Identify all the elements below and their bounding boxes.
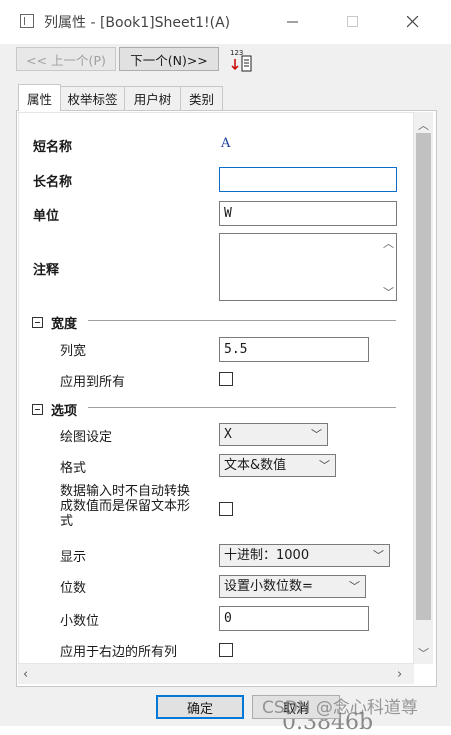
minimize-icon[interactable] bbox=[270, 6, 316, 38]
decimal-places-field[interactable]: 0 bbox=[219, 606, 369, 631]
keep-text-checkbox[interactable] bbox=[219, 502, 233, 516]
digits-value: 设置小数位数= bbox=[224, 579, 313, 594]
chevron-down-icon: ﹀ bbox=[373, 549, 384, 562]
decimal-places-label: 小数位 bbox=[60, 614, 100, 629]
comment-field[interactable]: ︿ ﹀ bbox=[219, 233, 397, 301]
chevron-left-icon[interactable]: ‹ bbox=[23, 667, 28, 682]
tool-icon-text: 123 bbox=[230, 49, 243, 57]
keep-text-label-line: 式 bbox=[60, 514, 74, 529]
section-divider bbox=[88, 320, 396, 321]
chevron-down-icon: ﹀ bbox=[319, 459, 330, 472]
tab-properties[interactable]: 属性 bbox=[18, 84, 61, 111]
unit-field[interactable]: W bbox=[219, 201, 397, 226]
apply-all-label: 应用到所有 bbox=[60, 375, 126, 390]
watermark: CSDN @念心科道尊 bbox=[262, 698, 418, 718]
tab-enum-labels[interactable]: 枚举标签 bbox=[60, 86, 125, 110]
horizontal-scrollbar[interactable] bbox=[18, 664, 414, 684]
short-name-label: 短名称 bbox=[33, 140, 73, 155]
short-name-value: A bbox=[221, 136, 231, 151]
plot-designation-value: X bbox=[224, 427, 232, 442]
app-icon bbox=[20, 14, 34, 28]
chevron-up-icon[interactable]: ︿ bbox=[383, 235, 394, 251]
collapse-icon[interactable] bbox=[32, 317, 43, 328]
format-label: 格式 bbox=[60, 461, 87, 476]
format-value: 文本&数值 bbox=[224, 458, 287, 473]
chevron-right-icon[interactable]: › bbox=[397, 667, 402, 682]
collapse-icon[interactable] bbox=[32, 404, 43, 415]
width-section-header[interactable]: 宽度 bbox=[32, 313, 77, 332]
ok-button[interactable]: 确定 bbox=[156, 695, 244, 719]
section-divider bbox=[88, 407, 396, 408]
apply-right-label: 应用于右边的所有列 bbox=[60, 645, 178, 660]
chevron-down-icon[interactable]: ﹀ bbox=[418, 645, 429, 661]
tab-user-tree[interactable]: 用户树 bbox=[124, 86, 181, 110]
plot-designation-select[interactable]: X ﹀ bbox=[219, 423, 328, 446]
chevron-down-icon: ﹀ bbox=[311, 428, 322, 441]
comment-scrollbar[interactable]: ︿ ﹀ bbox=[379, 234, 396, 300]
apply-right-checkbox[interactable] bbox=[219, 643, 233, 657]
column-width-label: 列宽 bbox=[60, 344, 87, 359]
display-select[interactable]: 十进制：1000 ﹀ bbox=[219, 544, 390, 567]
tab-categories[interactable]: 类别 bbox=[180, 86, 223, 110]
plot-designation-label: 绘图设定 bbox=[60, 430, 113, 445]
column-numbering-icon[interactable]: 123 bbox=[229, 47, 255, 73]
display-value: 十进制：1000 bbox=[224, 548, 310, 563]
maximize-icon bbox=[330, 6, 376, 38]
display-label: 显示 bbox=[60, 550, 87, 565]
title-bar[interactable]: 列属性 - [Book1]Sheet1!(A) bbox=[0, 0, 451, 44]
long-name-label: 长名称 bbox=[33, 175, 73, 190]
width-section-title: 宽度 bbox=[51, 317, 78, 332]
comment-label: 注释 bbox=[33, 263, 60, 278]
column-properties-dialog: 列属性 - [Book1]Sheet1!(A) << 上一个(P) 下一个(N)… bbox=[0, 0, 451, 735]
close-icon[interactable] bbox=[390, 6, 436, 38]
digits-select[interactable]: 设置小数位数= ﹀ bbox=[219, 575, 366, 598]
window-title: 列属性 - [Book1]Sheet1!(A) bbox=[44, 15, 231, 31]
column-width-field[interactable]: 5.5 bbox=[219, 337, 369, 362]
keep-text-label-line: 成数值而是保留文本形 bbox=[60, 499, 191, 514]
keep-text-label-line: 数据输入时不自动转换 bbox=[60, 484, 191, 499]
next-button[interactable]: 下一个(N)>> bbox=[119, 47, 219, 71]
chevron-up-icon[interactable]: ︿ bbox=[418, 117, 429, 133]
chevron-down-icon[interactable]: ﹀ bbox=[383, 284, 394, 300]
long-name-field[interactable] bbox=[219, 167, 397, 192]
apply-all-checkbox[interactable] bbox=[219, 372, 233, 386]
previous-button[interactable]: << 上一个(P) bbox=[16, 47, 116, 71]
options-section-title: 选项 bbox=[51, 404, 78, 419]
keep-text-label: 数据输入时不自动转换 成数值而是保留文本形 式 bbox=[60, 484, 190, 529]
chevron-down-icon: ﹀ bbox=[349, 580, 360, 593]
scrollbar-thumb[interactable] bbox=[416, 133, 431, 620]
digits-label: 位数 bbox=[60, 581, 87, 596]
format-select[interactable]: 文本&数值 ﹀ bbox=[219, 454, 336, 477]
options-section-header[interactable]: 选项 bbox=[32, 400, 77, 419]
unit-label: 单位 bbox=[33, 209, 60, 224]
